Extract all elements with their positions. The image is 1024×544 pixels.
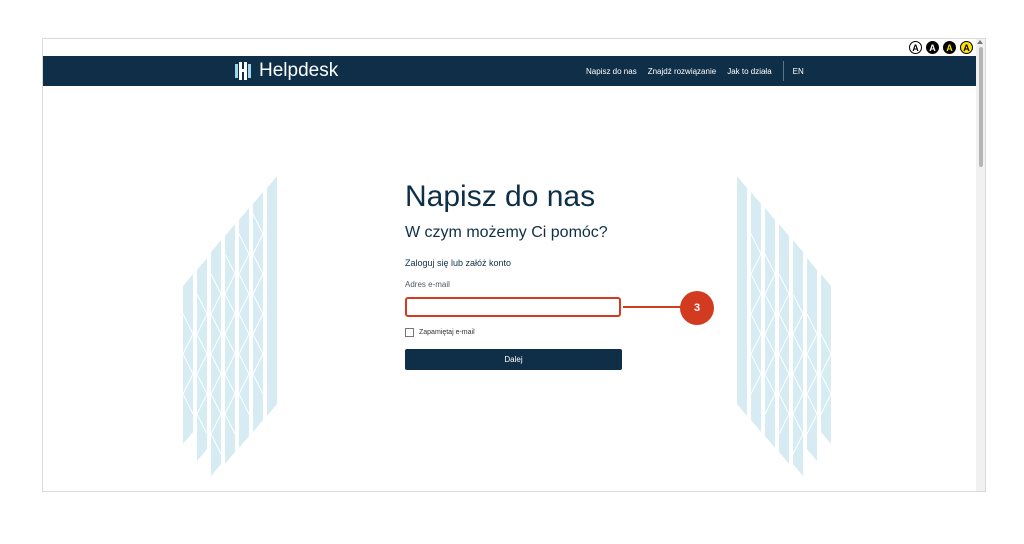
nav-link-write-to-us[interactable]: Napisz do nas [586, 67, 637, 76]
remember-email-option[interactable]: Zapamiętaj e-mail [405, 328, 475, 337]
contrast-default-button[interactable]: A [909, 41, 922, 54]
next-button[interactable]: Dalej [405, 349, 622, 370]
contrast-yellow-black-button[interactable]: A [960, 41, 973, 54]
nav-link-how-it-works[interactable]: Jak to działa [727, 67, 771, 76]
login-or-register-link[interactable]: Zaloguj się lub załóż konto [405, 258, 511, 268]
contrast-toggle-group: A A A A [909, 41, 973, 54]
nav-link-find-solution[interactable]: Znajdź rozwiązanie [648, 67, 716, 76]
page-title: Napisz do nas [405, 180, 596, 213]
email-input[interactable] [405, 297, 621, 317]
scrollbar-thumb[interactable] [979, 47, 983, 167]
decorative-pattern-right [737, 176, 832, 476]
vertical-scrollbar[interactable] [976, 39, 985, 491]
step-number-badge: 3 [680, 291, 714, 325]
remember-email-label: Zapamiętaj e-mail [419, 329, 475, 336]
scroll-up-arrow-icon[interactable] [977, 40, 983, 44]
contrast-black-white-button[interactable]: A [926, 41, 939, 54]
top-navbar: Helpdesk Napisz do nas Znajdź rozwiązani… [43, 56, 978, 86]
callout-connector-line [623, 306, 681, 308]
helpdesk-logo[interactable]: Helpdesk [233, 60, 338, 82]
decorative-pattern-left [182, 176, 277, 476]
contrast-black-yellow-button[interactable]: A [943, 41, 956, 54]
browser-page: A A A A Helpdesk Napisz do nas Znajdź ro… [42, 38, 986, 492]
main-nav: Napisz do nas Znajdź rozwiązanie Jak to … [586, 56, 815, 86]
nav-divider [782, 61, 784, 81]
logo-title: Helpdesk [259, 60, 339, 81]
page-subtitle: W czym możemy Ci pomóc? [405, 224, 608, 241]
helpdesk-logo-icon [235, 62, 251, 80]
language-switch[interactable]: EN [793, 67, 804, 76]
email-label: Adres e-mail [405, 280, 450, 289]
remember-email-checkbox[interactable] [405, 328, 414, 337]
